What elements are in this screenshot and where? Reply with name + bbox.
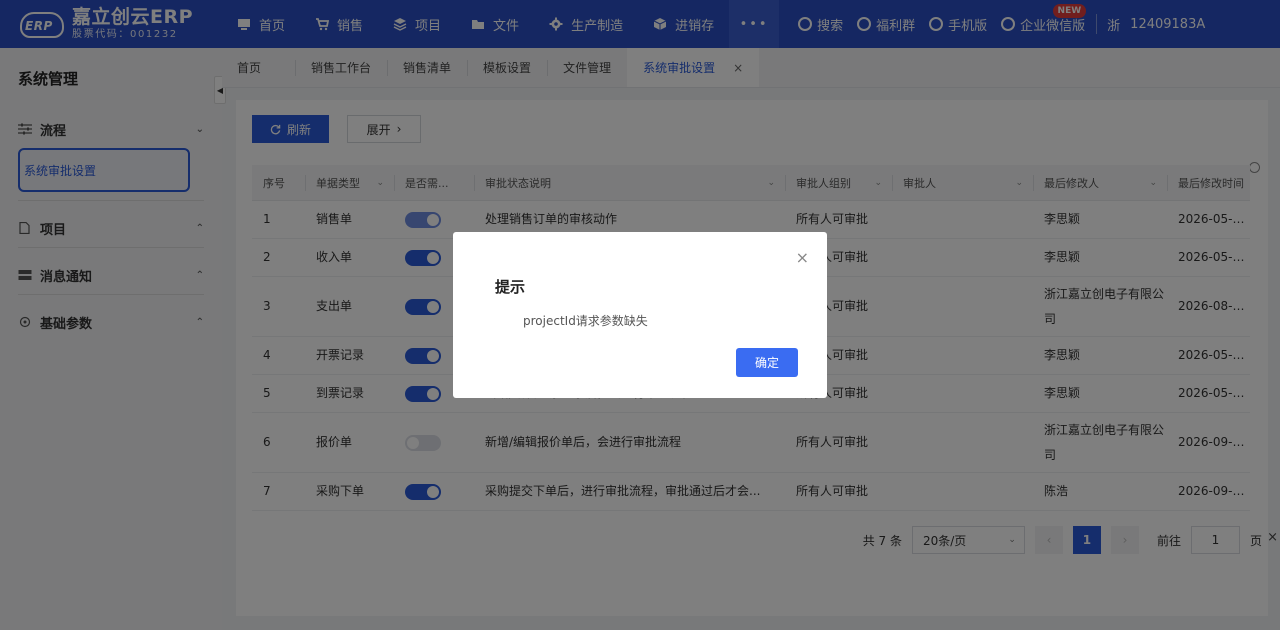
close-icon[interactable]: ×	[1267, 530, 1278, 545]
dialog-title: 提示	[495, 278, 526, 296]
close-icon[interactable]: ×	[796, 250, 809, 266]
confirm-button[interactable]: 确定	[736, 348, 798, 377]
dialog-message: projectId请求参数缺失	[523, 314, 648, 328]
alert-dialog: × 提示 projectId请求参数缺失 确定	[453, 232, 827, 398]
